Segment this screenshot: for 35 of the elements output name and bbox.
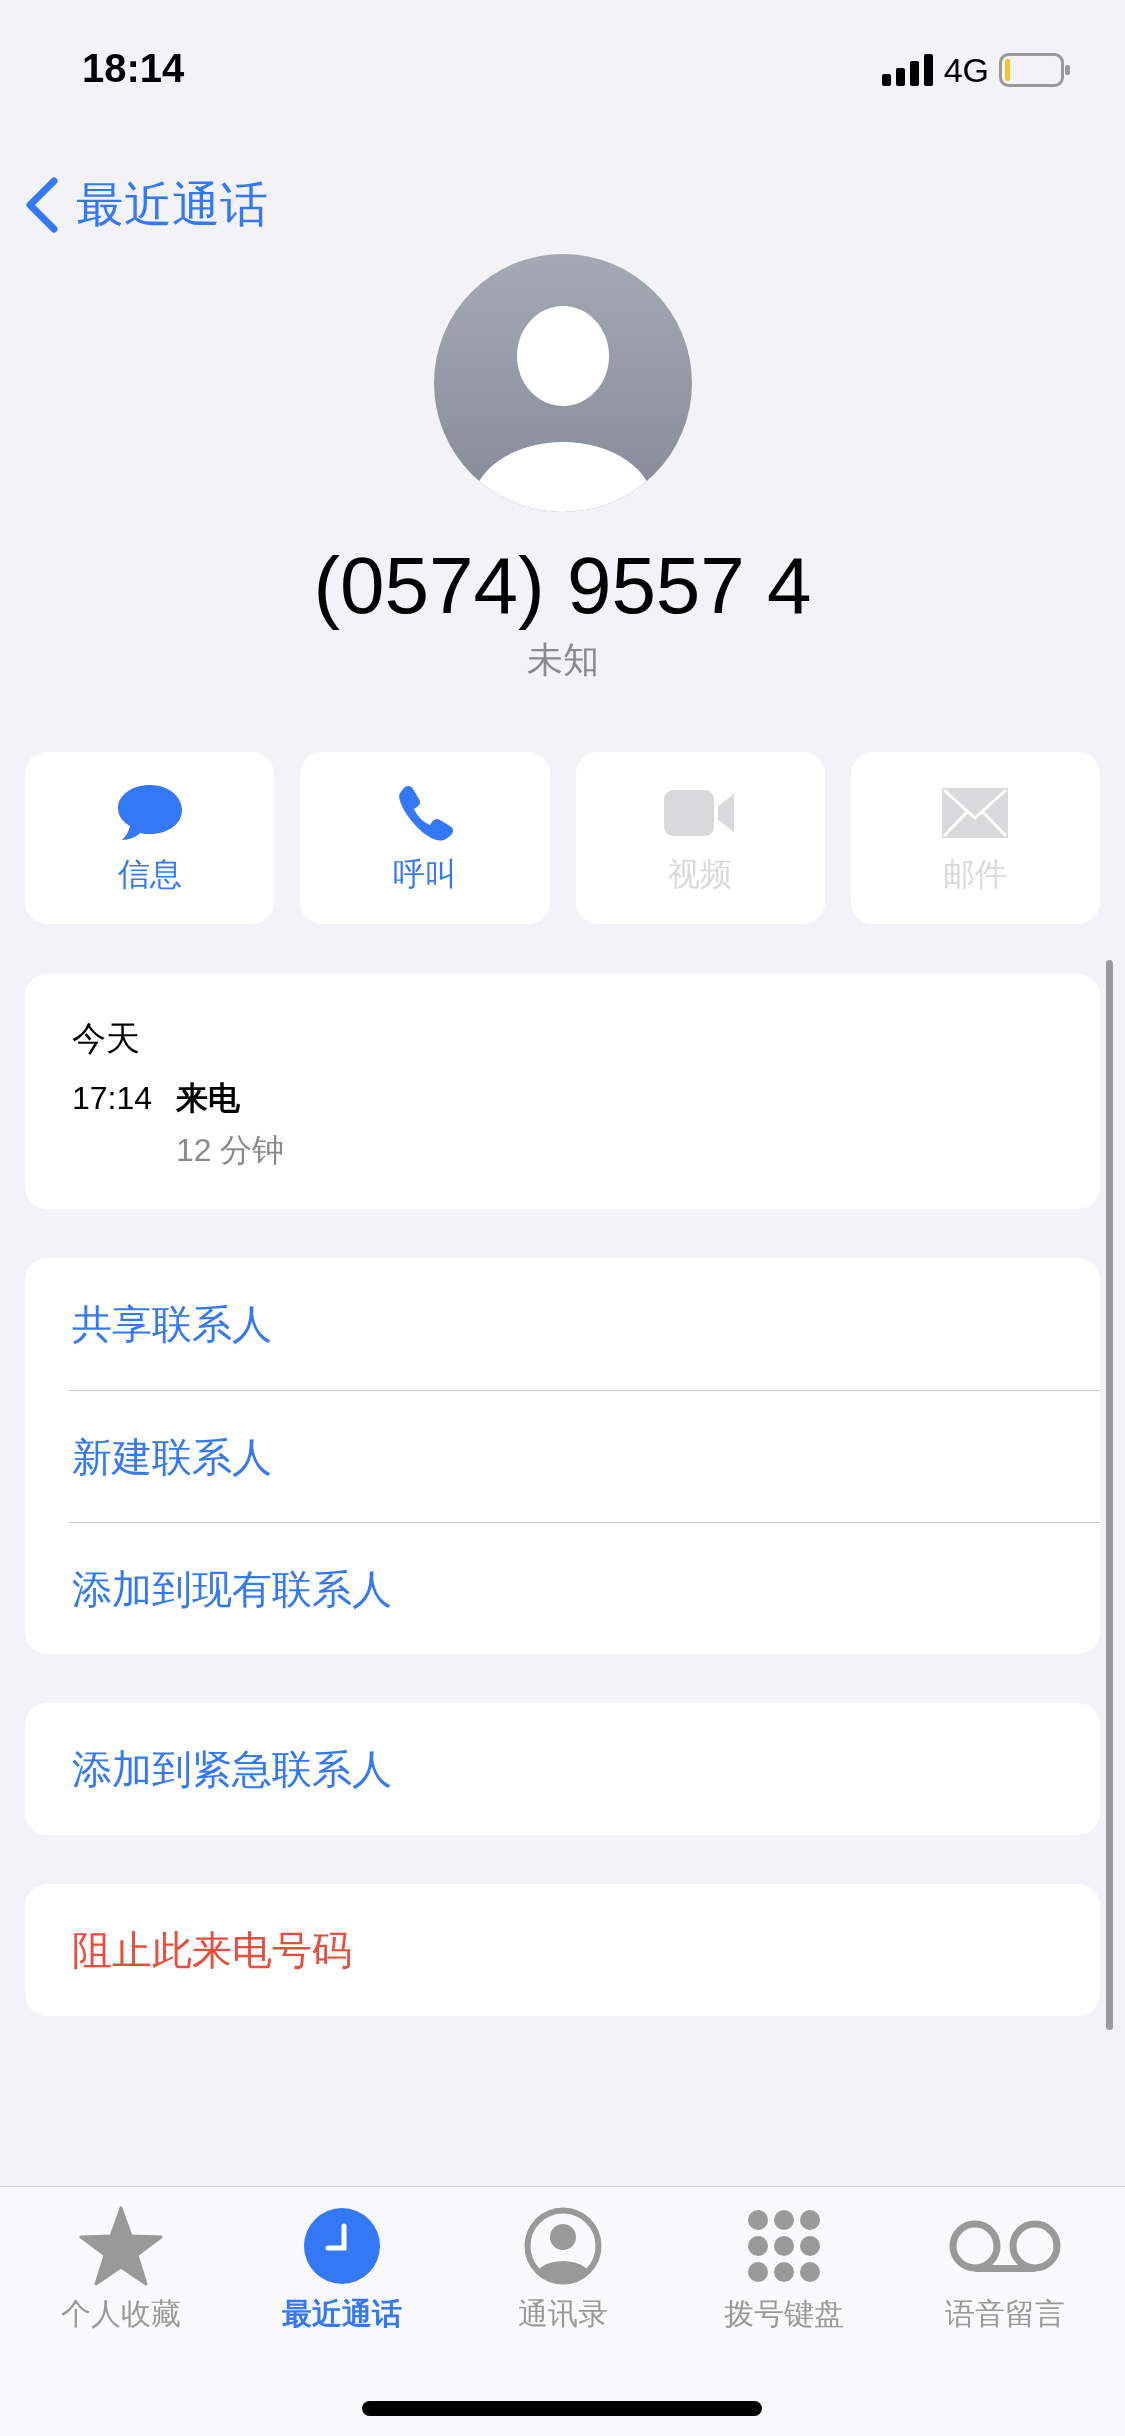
number-label: 未知	[526, 638, 599, 682]
tab-item[interactable]: 通讯录	[452, 2205, 673, 2333]
keypad-icon	[747, 2210, 820, 2282]
call-duration: 12 分钟	[176, 1131, 285, 1170]
scroll-bar[interactable]	[1106, 960, 1113, 2030]
menu-item[interactable]: 阻止此来电号码	[72, 1924, 352, 1976]
tab-item[interactable]: 语音留言	[894, 2205, 1115, 2333]
phone-number: (0574) 9557 4	[312, 540, 813, 632]
person-circle-icon	[523, 2207, 602, 2285]
battery-icon	[999, 53, 1071, 87]
speech-bubble-icon	[115, 783, 184, 843]
star-icon	[78, 2206, 163, 2286]
avatar-icon	[433, 254, 692, 512]
call-type: 来电	[176, 1079, 240, 1118]
menu-item[interactable]: 共享联系人	[72, 1298, 272, 1350]
signal-icon	[881, 54, 934, 86]
clock-icon	[303, 2208, 380, 2284]
voicemail-icon	[947, 2219, 1062, 2273]
tab-item[interactable]: 拨号键盘	[673, 2205, 894, 2333]
date-label: 今天	[72, 1018, 140, 1059]
menu-item[interactable]: 添加到紧急联系人	[72, 1743, 392, 1795]
tab-item[interactable]: 最近通话	[231, 2205, 452, 2333]
chevron-left-icon	[24, 177, 58, 233]
action-button[interactable]: 信息	[25, 752, 275, 924]
status-time: 18:14	[82, 45, 185, 92]
back-button[interactable]: 最近通话	[24, 169, 268, 241]
call-time: 17:14	[72, 1079, 152, 1118]
video-camera-icon	[664, 788, 737, 838]
menu-item[interactable]: 新建联系人	[72, 1430, 272, 1483]
envelope-icon	[942, 788, 1009, 838]
action-button[interactable]: 呼叫	[300, 752, 550, 924]
home-indicator[interactable]	[362, 2401, 762, 2416]
tab-item[interactable]: 个人收藏	[10, 2205, 231, 2333]
network-label: 4G	[943, 50, 989, 90]
menu-item[interactable]: 添加到现有联系人	[72, 1562, 392, 1615]
